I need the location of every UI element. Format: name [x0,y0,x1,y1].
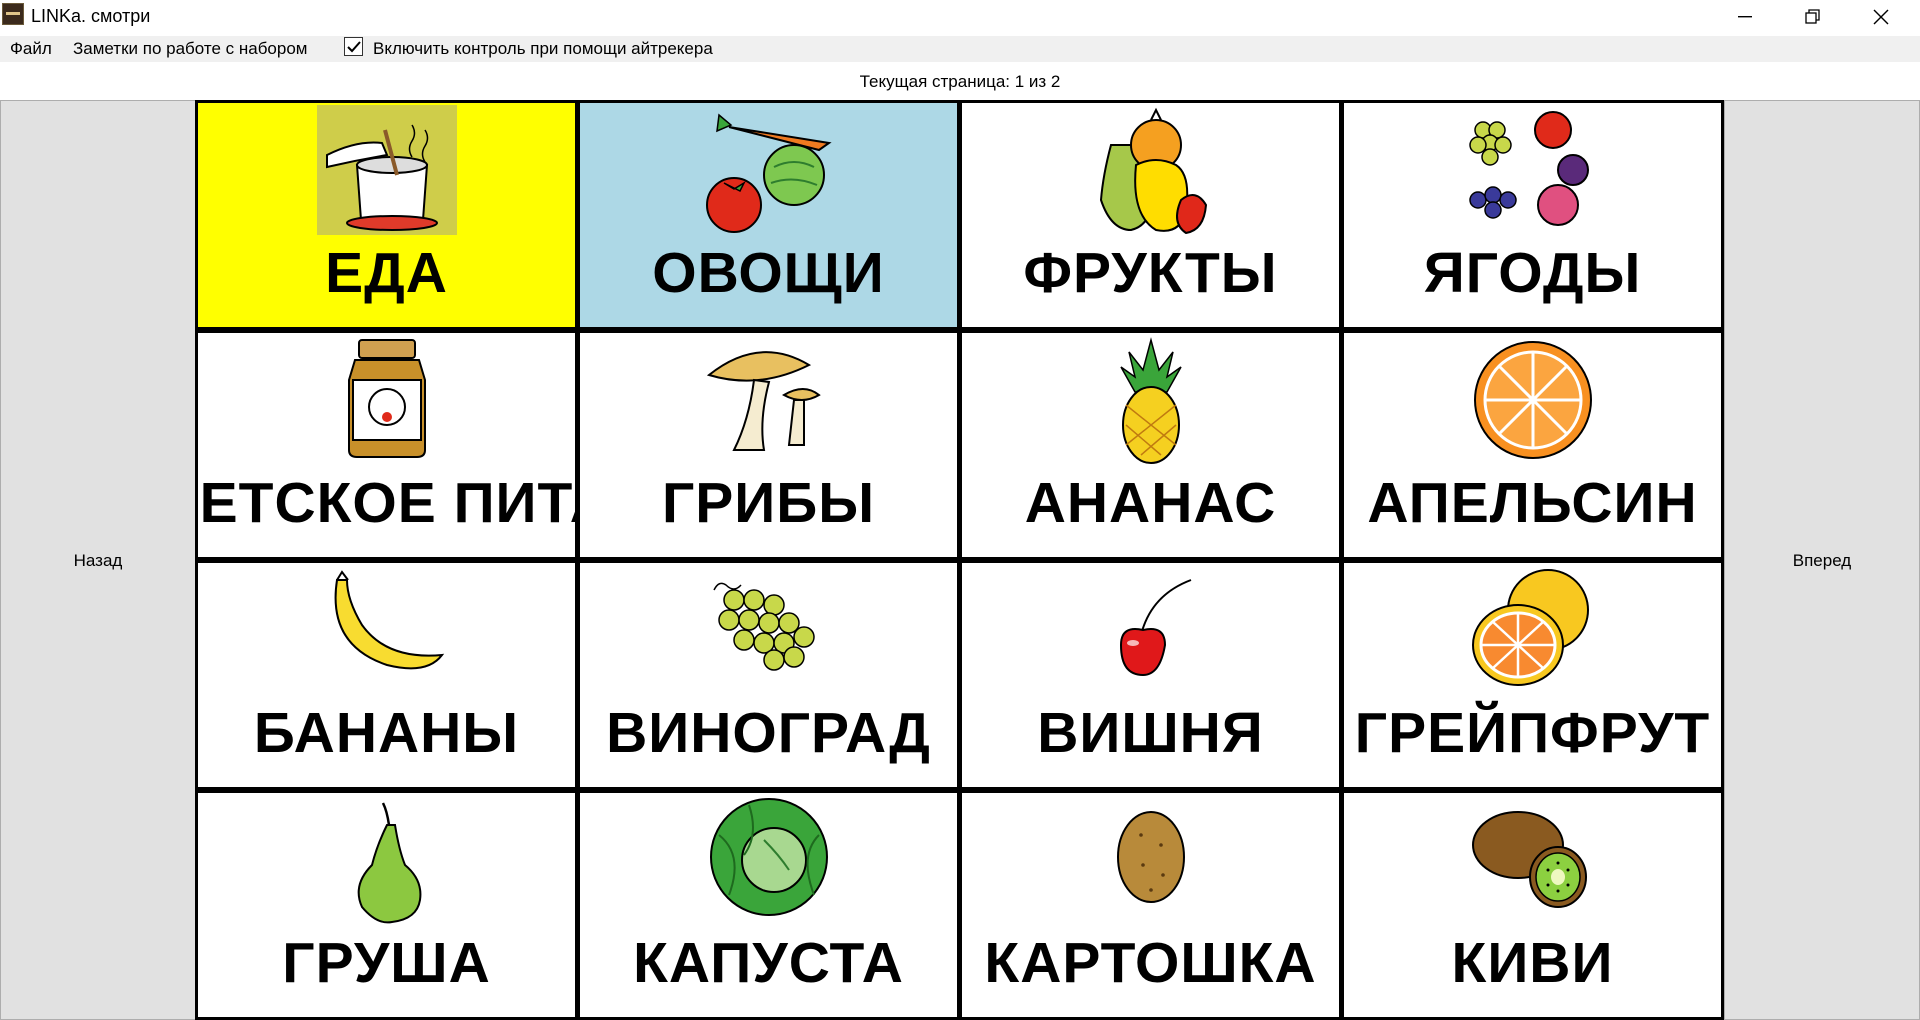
tile-label: БАНАНЫ [253,701,520,765]
tile-frukty[interactable]: ФРУКТЫ [959,100,1342,330]
card-grid: ЕДА ОВОЩИ ФРУКТЫ ЯГОДЫ ЕТСКОЕ ПИТ ГРИБЫ … [195,100,1725,1020]
tile-vishnya[interactable]: ВИШНЯ [959,560,1342,790]
minimize-button[interactable] [1716,0,1774,34]
restore-button[interactable] [1784,0,1842,34]
window-title: LINKa. смотри [31,6,151,26]
tile-label: ФРУКТЫ [1023,241,1278,305]
banana-icon [334,570,444,670]
tile-eda[interactable]: ЕДА [195,100,578,330]
restore-icon [1805,9,1820,24]
minimize-icon [1738,16,1752,18]
tile-apelsin[interactable]: АПЕЛЬСИН [1341,330,1724,560]
tile-label: ОВОЩИ [652,241,885,305]
tile-label: ВИНОГРАД [606,701,931,765]
pear-icon [357,802,421,924]
grapes-icon [712,582,815,671]
berries-icon [1468,111,1589,226]
tile-label: КИВИ [1451,931,1614,995]
eyetracker-checkbox[interactable] [344,37,363,56]
cherry-icon [1119,579,1191,677]
tile-ananas[interactable]: АНАНАС [959,330,1342,560]
tile-label: ВИШНЯ [1037,701,1264,765]
tile-kivi[interactable]: КИВИ [1341,790,1724,1020]
tile-kartoshka[interactable]: КАРТОШКА [959,790,1342,1020]
tile-label: ДЕТСКОЕ ПИТАНИЕ [198,471,575,535]
tile-ovoshchi[interactable]: ОВОЩИ [577,100,960,330]
page-indicator: Текущая страница: 1 из 2 [859,72,1061,91]
tile-label: АПЕЛЬСИН [1367,471,1698,535]
tile-griby[interactable]: ГРИБЫ [577,330,960,560]
pineapple-icon [1119,337,1182,464]
cabbage-icon [709,798,828,916]
back-button[interactable]: Назад [0,100,196,1020]
tile-yagody[interactable]: ЯГОДЫ [1341,100,1724,330]
tile-grusha[interactable]: ГРУША [195,790,578,1020]
tile-label: ЯГОДЫ [1423,241,1642,305]
vegetables-icon [705,113,832,233]
eyetracker-label[interactable]: Включить контроль при помощи айтрекера [373,39,713,59]
title-bar: LINKa. смотри [0,0,1920,36]
fruits-icon [1099,107,1207,235]
tile-detskoe-pitanie[interactable]: ДЕТСКОЕ ПИТАНИЕ [195,330,578,560]
cooking-pot-icon [316,105,457,235]
tile-label: ГРУША [282,931,491,995]
forward-label: Вперед [1792,551,1852,570]
grapefruit-icon [1471,569,1589,686]
app-logo-icon [2,3,24,25]
checkmark-icon [347,41,361,53]
forward-button[interactable]: Вперед [1724,100,1920,1020]
tile-label: КАРТОШКА [984,931,1317,995]
tile-label: КАПУСТА [633,931,904,995]
potato-icon [1116,811,1185,903]
kiwi-icon [1471,811,1587,908]
tile-greypfrut[interactable]: ГРЕЙПФРУТ [1341,560,1724,790]
tile-label: АНАНАС [1024,471,1277,535]
back-label: Назад [73,551,123,570]
orange-icon [1473,341,1592,459]
menu-notes[interactable]: Заметки по работе с набором [73,39,307,59]
mushroom-icon [706,351,821,451]
tile-label: ГРЕЙПФРУТ [1354,701,1711,765]
baby-food-jar-icon [347,339,426,458]
tile-label: ЕДА [325,241,448,305]
close-button[interactable] [1852,0,1910,34]
close-icon [1873,9,1889,25]
tile-label: ГРИБЫ [661,471,876,535]
menu-file[interactable]: Файл [10,39,52,59]
tile-kapusta[interactable]: КАПУСТА [577,790,960,1020]
tile-vinograd[interactable]: ВИНОГРАД [577,560,960,790]
tile-banany[interactable]: БАНАНЫ [195,560,578,790]
